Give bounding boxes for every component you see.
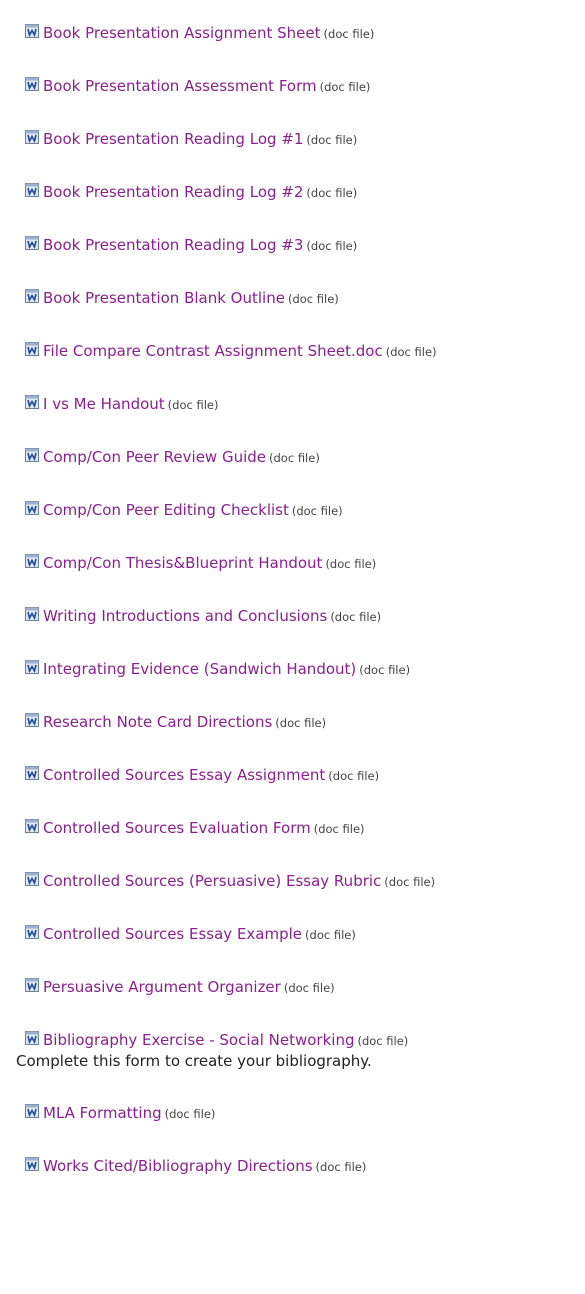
file-type-label: (doc file) bbox=[325, 557, 377, 571]
document-link[interactable]: Bibliography Exercise - Social Networkin… bbox=[43, 1031, 354, 1049]
file-type-label: (doc file) bbox=[306, 239, 358, 253]
list-item: Controlled Sources Essay Assignment (doc … bbox=[24, 764, 585, 786]
list-item: File Compare Contrast Assignment Sheet.d… bbox=[24, 340, 585, 362]
file-type-label: (doc file) bbox=[330, 610, 382, 624]
file-type-label: (doc file) bbox=[291, 504, 343, 518]
word-document-icon[interactable] bbox=[24, 76, 40, 92]
list-item: MLA Formatting (doc file) bbox=[24, 1102, 585, 1124]
word-document-icon[interactable] bbox=[24, 606, 40, 622]
file-type-label: (doc file) bbox=[315, 1160, 367, 1174]
document-link[interactable]: Controlled Sources Evaluation Form bbox=[43, 819, 311, 837]
list-item: Controlled Sources Evaluation Form (doc f… bbox=[24, 817, 585, 839]
list-item: Persuasive Argument Organizer (doc file) bbox=[24, 976, 585, 998]
document-link[interactable]: Controlled Sources Essay Example bbox=[43, 925, 302, 943]
word-document-icon[interactable] bbox=[24, 129, 40, 145]
word-document-icon[interactable] bbox=[24, 659, 40, 675]
list-item: Book Presentation Reading Log #2 (doc fil… bbox=[24, 181, 585, 203]
document-list: Book Presentation Assignment Sheet (doc f… bbox=[0, 0, 585, 1177]
word-document-icon[interactable] bbox=[24, 1103, 40, 1119]
document-link[interactable]: Book Presentation Assessment Form bbox=[43, 77, 317, 95]
document-link[interactable]: Controlled Sources Essay Assignment bbox=[43, 766, 325, 784]
item-description: Complete this form to create your biblio… bbox=[16, 1052, 372, 1070]
word-document-icon[interactable] bbox=[24, 818, 40, 834]
list-item: Book Presentation Blank Outline (doc file… bbox=[24, 287, 585, 309]
word-document-icon[interactable] bbox=[24, 871, 40, 887]
list-item: I vs Me Handout (doc file) bbox=[24, 393, 585, 415]
list-item: Comp/Con Thesis&Blueprint Handout (doc fi… bbox=[24, 552, 585, 574]
file-type-label: (doc file) bbox=[306, 133, 358, 147]
file-type-label: (doc file) bbox=[269, 451, 320, 465]
word-document-icon[interactable] bbox=[24, 447, 40, 463]
word-document-icon[interactable] bbox=[24, 23, 40, 39]
list-item: Controlled Sources (Persuasive) Essay Ru… bbox=[24, 870, 585, 892]
document-link[interactable]: Writing Introductions and Conclusions bbox=[43, 607, 327, 625]
document-link[interactable]: MLA Formatting bbox=[43, 1104, 162, 1122]
list-item: Book Presentation Assessment Form (doc fi… bbox=[24, 75, 585, 97]
list-item: Works Cited/Bibliography Directions (doc … bbox=[24, 1155, 585, 1177]
word-document-icon[interactable] bbox=[24, 288, 40, 304]
document-link[interactable]: Research Note Card Directions bbox=[43, 713, 272, 731]
file-type-label: (doc file) bbox=[357, 1034, 409, 1048]
file-type-label: (doc file) bbox=[305, 928, 356, 942]
file-type-label: (doc file) bbox=[384, 875, 436, 889]
document-link[interactable]: Book Presentation Reading Log #1 bbox=[43, 130, 303, 148]
document-link[interactable]: Controlled Sources (Persuasive) Essay Ru… bbox=[43, 872, 381, 890]
word-document-icon[interactable] bbox=[24, 712, 40, 728]
document-link[interactable]: Comp/Con Peer Editing Checklist bbox=[43, 501, 289, 519]
word-document-icon[interactable] bbox=[24, 235, 40, 251]
list-item: Book Presentation Assignment Sheet (doc f… bbox=[24, 22, 585, 44]
file-type-label: (doc file) bbox=[306, 186, 358, 200]
list-item: Comp/Con Peer Editing Checklist (doc file… bbox=[24, 499, 585, 521]
list-item: Book Presentation Reading Log #3 (doc fil… bbox=[24, 234, 585, 256]
word-document-icon[interactable] bbox=[24, 553, 40, 569]
word-document-icon[interactable] bbox=[24, 924, 40, 940]
word-document-icon[interactable] bbox=[24, 977, 40, 993]
word-document-icon[interactable] bbox=[24, 1030, 40, 1046]
document-link[interactable]: Book Presentation Blank Outline bbox=[43, 289, 285, 307]
word-document-icon[interactable] bbox=[24, 182, 40, 198]
file-type-label: (doc file) bbox=[287, 292, 339, 306]
file-type-label: (doc file) bbox=[323, 27, 375, 41]
word-document-icon[interactable] bbox=[24, 394, 40, 410]
word-document-icon[interactable] bbox=[24, 765, 40, 781]
word-document-icon[interactable] bbox=[24, 500, 40, 516]
document-link[interactable]: File Compare Contrast Assignment Sheet.d… bbox=[43, 342, 383, 360]
document-link[interactable]: Integrating Evidence (Sandwich Handout) bbox=[43, 660, 356, 678]
file-type-label: (doc file) bbox=[275, 716, 327, 730]
document-link[interactable]: Persuasive Argument Organizer bbox=[43, 978, 281, 996]
list-item: Bibliography Exercise - Social Networkin… bbox=[16, 1029, 585, 1071]
list-item: Integrating Evidence (Sandwich Handout)(… bbox=[24, 658, 585, 680]
file-type-label: (doc file) bbox=[359, 663, 411, 677]
document-link[interactable]: Book Presentation Assignment Sheet bbox=[43, 24, 321, 42]
document-link[interactable]: Comp/Con Thesis&Blueprint Handout bbox=[43, 554, 322, 572]
file-type-label: (doc file) bbox=[283, 981, 335, 995]
document-link[interactable]: Comp/Con Peer Review Guide bbox=[43, 448, 266, 466]
list-item: Research Note Card Directions (doc file) bbox=[24, 711, 585, 733]
file-type-label: (doc file) bbox=[313, 822, 365, 836]
list-item: Controlled Sources Essay Example (doc fil… bbox=[24, 923, 585, 945]
file-type-label: (doc file) bbox=[164, 1107, 216, 1121]
file-type-label: (doc file) bbox=[167, 398, 219, 412]
list-item: Book Presentation Reading Log #1 (doc fil… bbox=[24, 128, 585, 150]
list-item: Comp/Con Peer Review Guide (doc file) bbox=[24, 446, 585, 468]
document-link[interactable]: Book Presentation Reading Log #3 bbox=[43, 236, 303, 254]
word-document-icon[interactable] bbox=[24, 341, 40, 357]
file-type-label: (doc file) bbox=[385, 345, 437, 359]
document-link[interactable]: Book Presentation Reading Log #2 bbox=[43, 183, 303, 201]
file-type-label: (doc file) bbox=[319, 80, 371, 94]
word-document-icon[interactable] bbox=[24, 1156, 40, 1172]
list-item: Writing Introductions and Conclusions (do… bbox=[24, 605, 585, 627]
file-type-label: (doc file) bbox=[328, 769, 380, 783]
document-link[interactable]: I vs Me Handout bbox=[43, 395, 165, 413]
document-link[interactable]: Works Cited/Bibliography Directions bbox=[43, 1157, 313, 1175]
